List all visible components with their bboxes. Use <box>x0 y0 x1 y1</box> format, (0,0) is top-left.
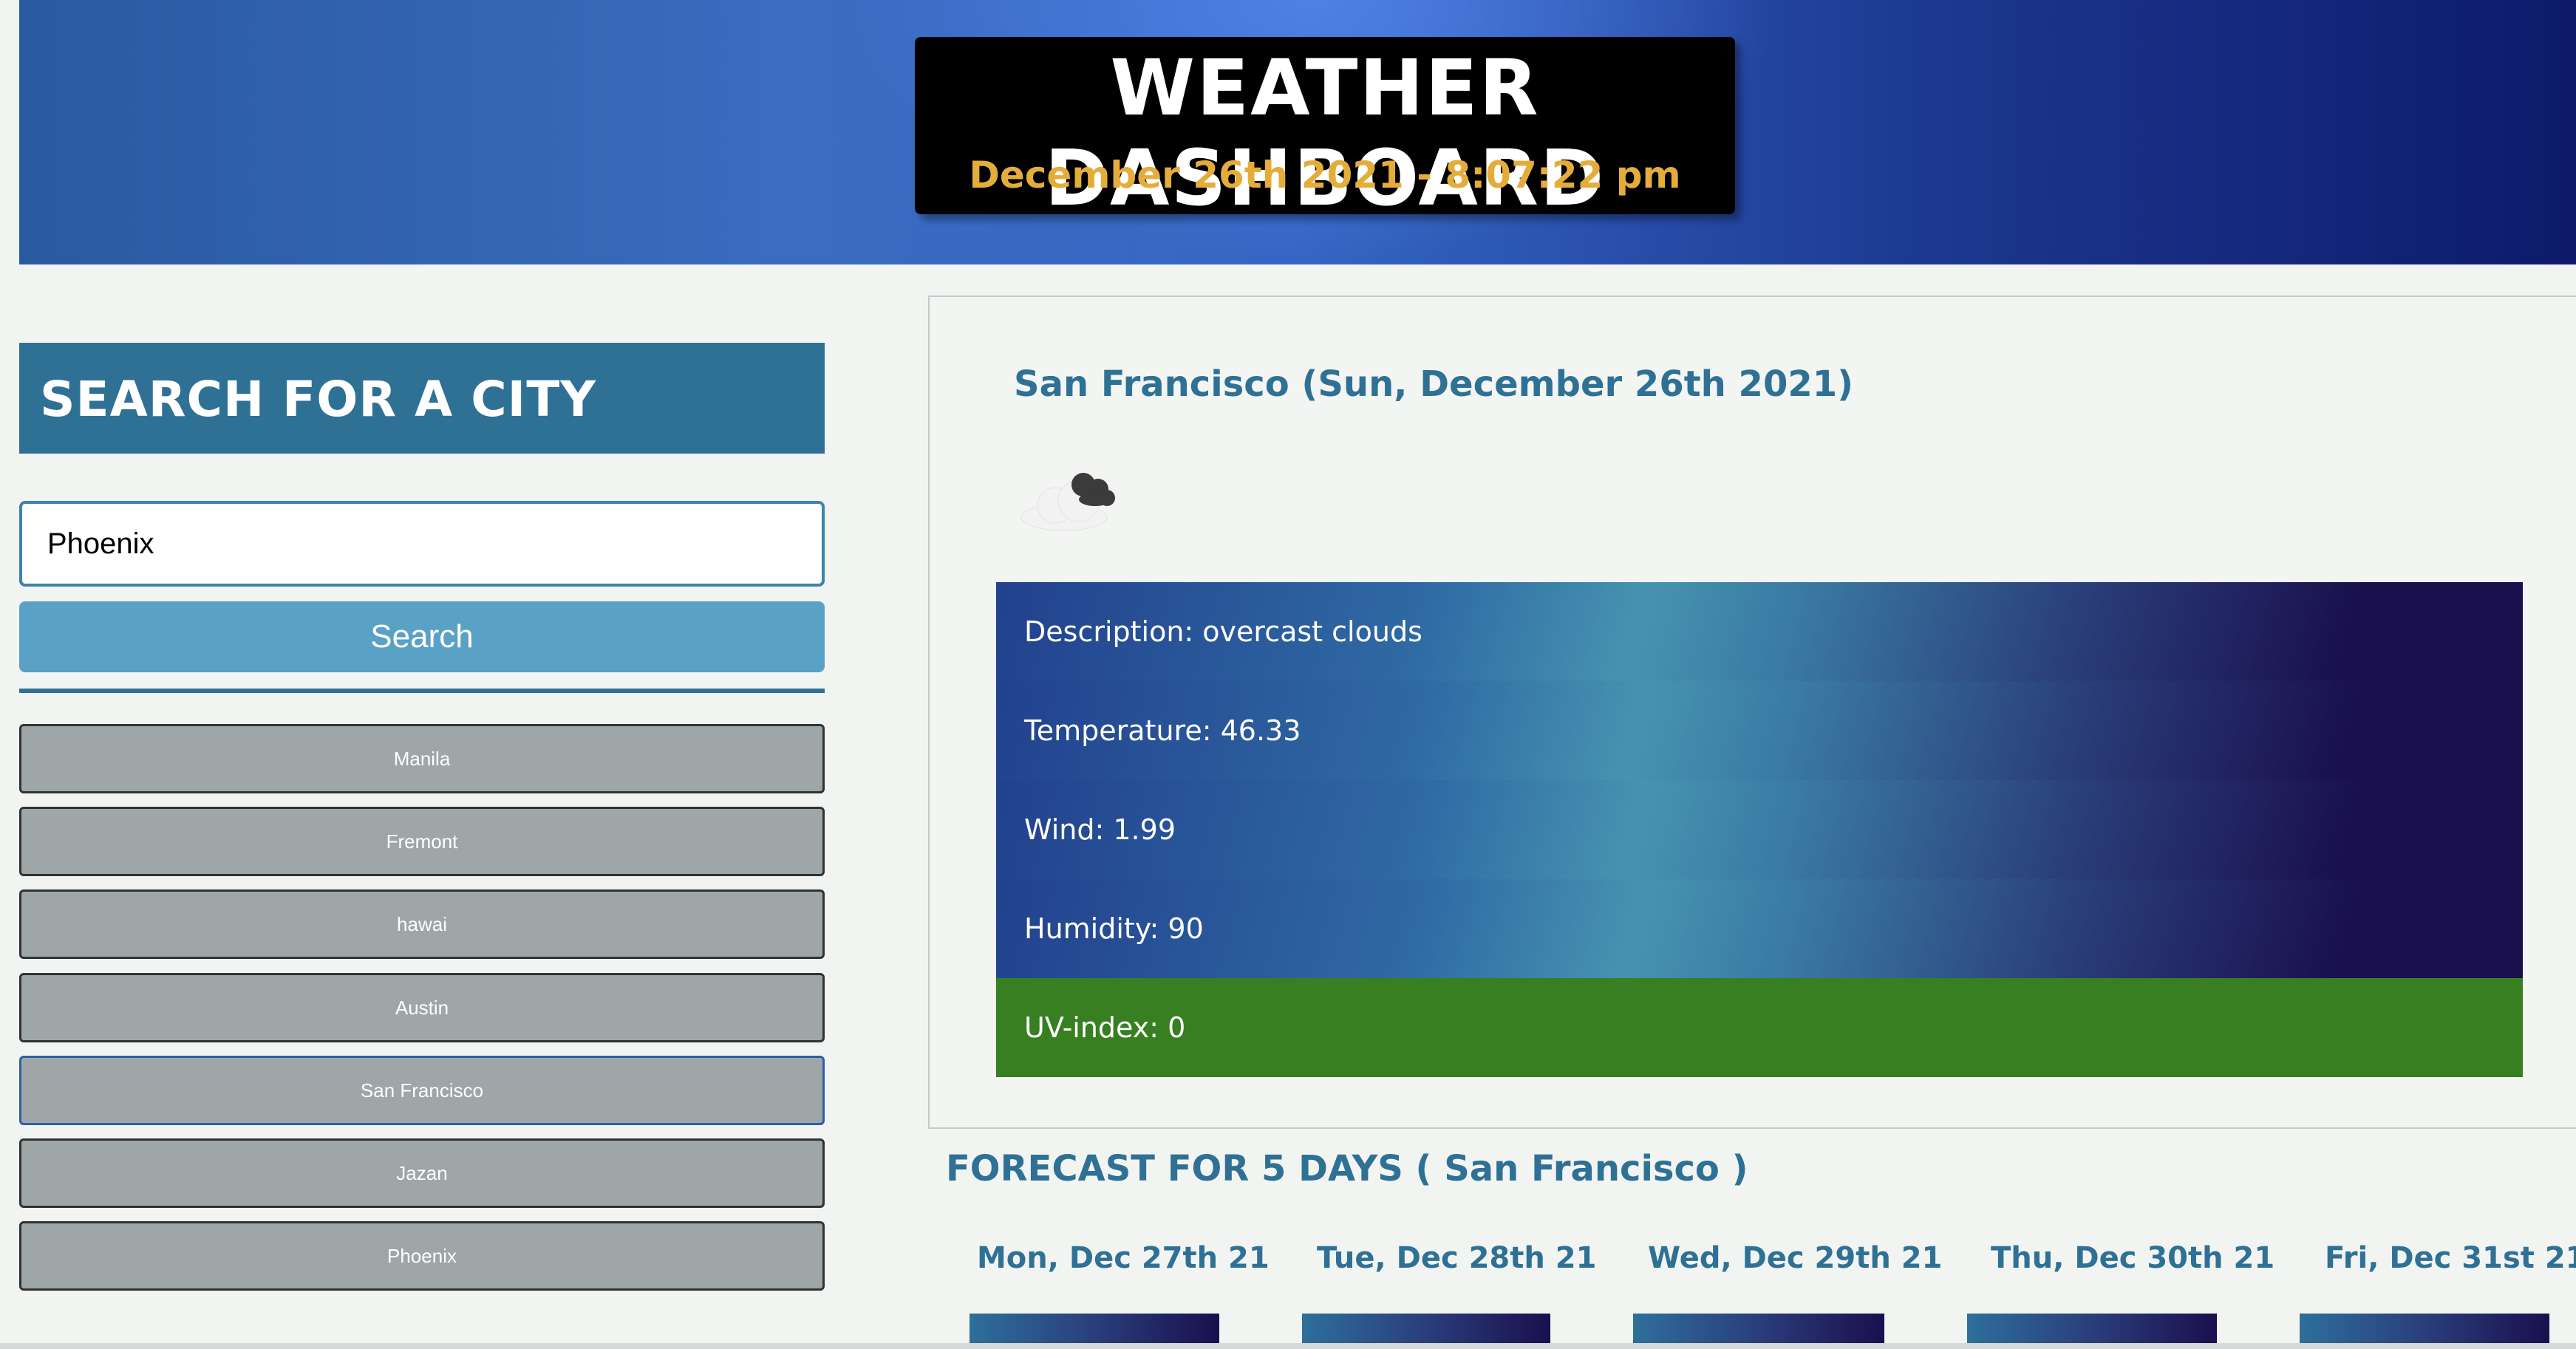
header-banner: WEATHER DASHBOARD December 26th 2021 - 8… <box>19 0 2576 264</box>
sidebar-divider <box>19 689 825 693</box>
forecast-day-5: Fri, Dec 31st 21 <box>2325 1241 2576 1275</box>
humidity-row: Humidity: 90 <box>996 879 2523 978</box>
page: { "header": { "title": "WEATHER DASHBOAR… <box>0 0 2576 1349</box>
current-datetime: December 26th 2021 - 8:07:22 pm <box>969 154 1681 197</box>
history-item-fremont[interactable]: Fremont <box>19 807 825 876</box>
history-item-austin[interactable]: Austin <box>19 973 825 1042</box>
current-city-title: San Francisco (Sun, December 26th 2021) <box>1014 363 1854 405</box>
forecast-title: FORECAST FOR 5 DAYS ( San Francisco ) <box>946 1148 1748 1189</box>
history-item-manila[interactable]: Manila <box>19 724 825 793</box>
title-box: WEATHER DASHBOARD December 26th 2021 - 8… <box>915 37 1735 223</box>
overcast-clouds-icon <box>1020 473 1115 531</box>
description-row: Description: overcast clouds <box>996 582 2523 681</box>
history-item-jazan[interactable]: Jazan <box>19 1138 825 1208</box>
forecast-day-3: Wed, Dec 29th 21 <box>1648 1241 1943 1275</box>
uv-index-row: UV-index: 0 <box>996 978 2523 1077</box>
forecast-day-1: Mon, Dec 27th 21 <box>977 1241 1270 1275</box>
search-button[interactable]: Search <box>19 601 825 672</box>
search-heading: SEARCH FOR A CITY <box>40 371 597 428</box>
wind-row: Wind: 1.99 <box>996 780 2523 879</box>
window-bottom-edge <box>0 1343 2576 1349</box>
history-item-hawai[interactable]: hawai <box>19 889 825 959</box>
history-item-phoenix[interactable]: Phoenix <box>19 1221 825 1291</box>
city-search-input[interactable] <box>19 501 825 587</box>
search-section-header: SEARCH FOR A CITY <box>19 343 825 454</box>
temperature-row: Temperature: 46.33 <box>996 681 2523 780</box>
forecast-day-4: Thu, Dec 30th 21 <box>1991 1241 2275 1275</box>
history-item-san-francisco[interactable]: San Francisco <box>19 1056 825 1125</box>
forecast-day-2: Tue, Dec 28th 21 <box>1317 1241 1597 1275</box>
